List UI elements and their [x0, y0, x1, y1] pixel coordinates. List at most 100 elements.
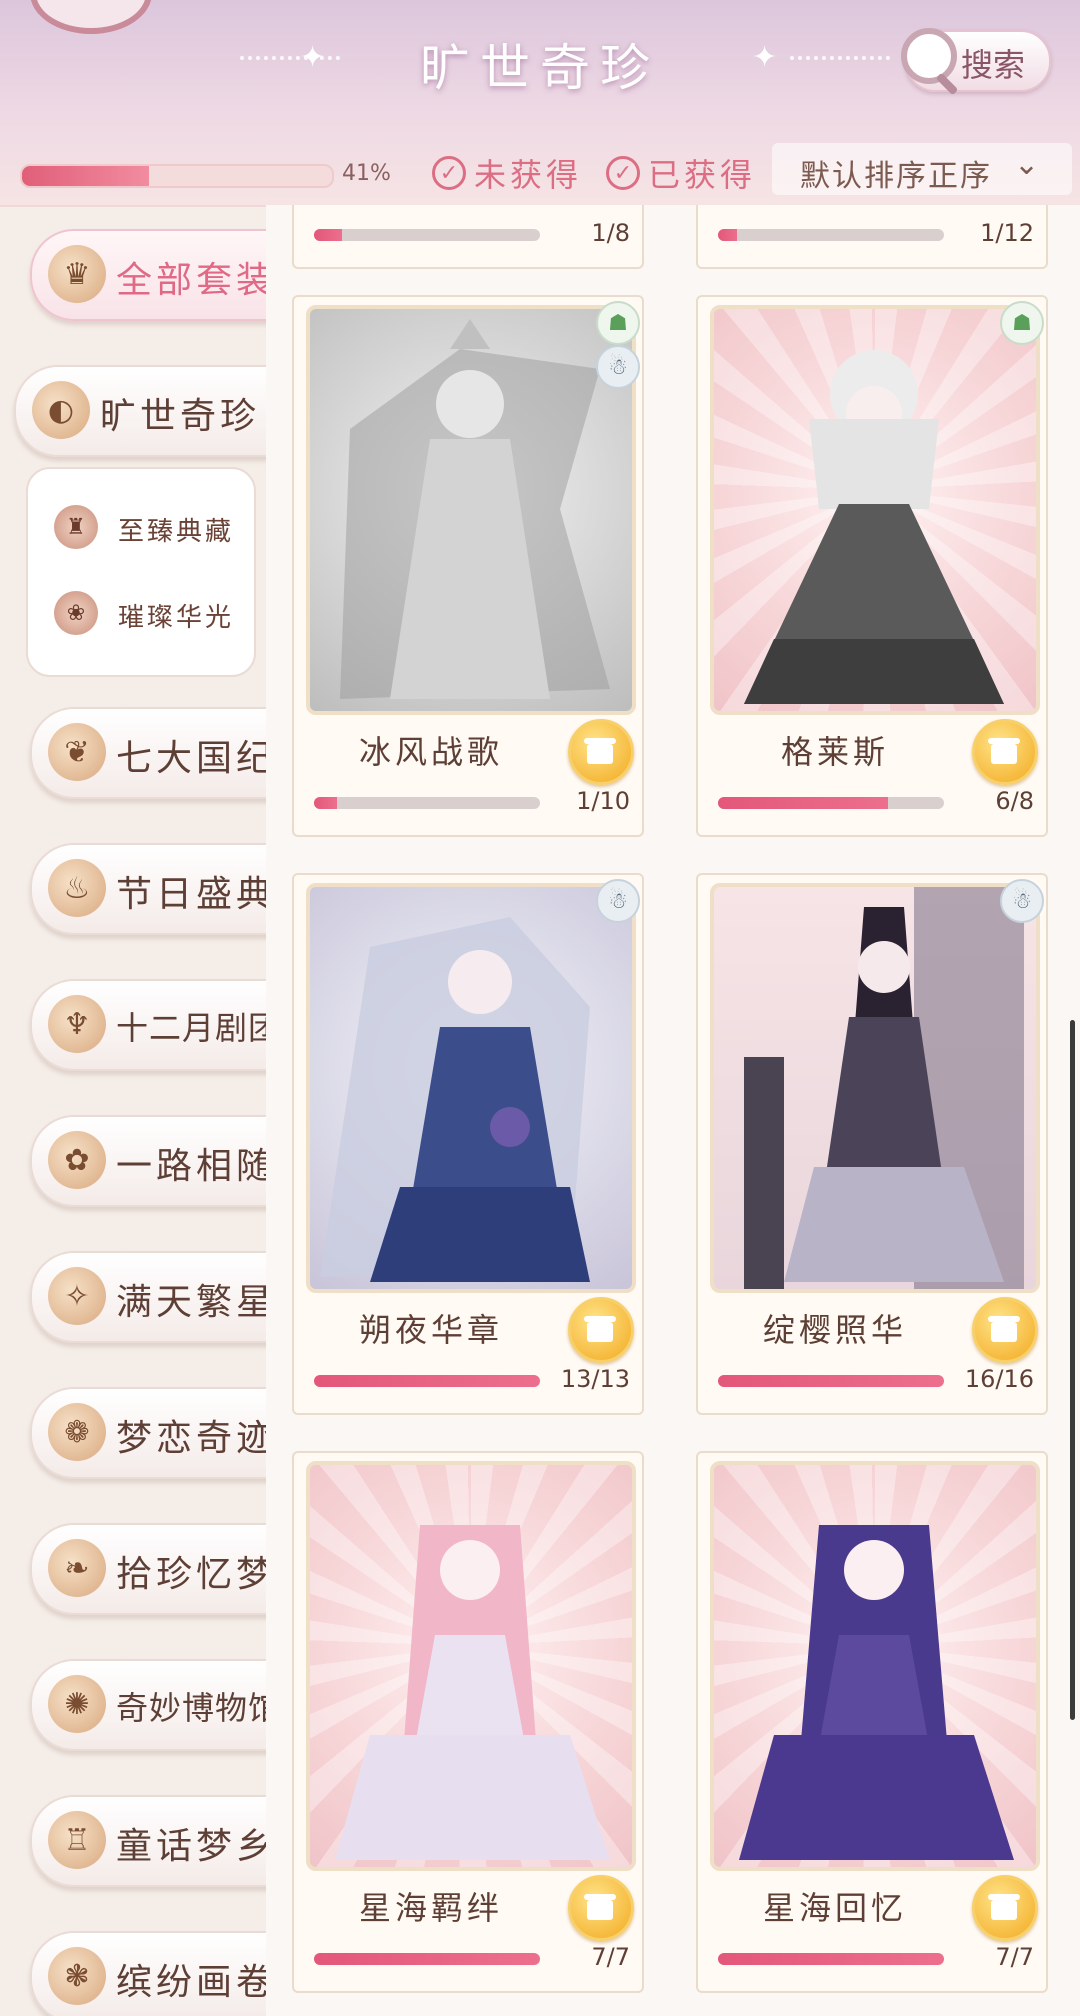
search-icon — [901, 28, 957, 84]
suit-type-icon: ☃ — [596, 879, 640, 923]
sidebar-item-starry-sky[interactable]: ✧ 满天繁星 — [30, 1251, 266, 1343]
suit-name: 冰风战歌 — [358, 733, 503, 771]
sidebar-item-rare-treasures[interactable]: ◐ 旷世奇珍 — [14, 365, 266, 457]
suit-count: 6/8 — [995, 787, 1034, 815]
gift-button[interactable] — [972, 1875, 1038, 1941]
suit-portrait — [340, 319, 610, 699]
suit-image — [710, 305, 1040, 715]
sidebar-item-twelve-months[interactable]: ♆ 十二月剧团 — [30, 979, 266, 1071]
lantern-icon: ♨ — [48, 859, 106, 917]
suit-tag-icon: ☗ — [596, 301, 640, 345]
suit-progress-bar — [718, 797, 944, 809]
suit-count: 1/12 — [980, 219, 1034, 247]
suit-image — [306, 883, 636, 1293]
sidebar-item-museum[interactable]: ✺ 奇妙博物馆 — [30, 1659, 266, 1751]
search-label: 搜索 — [961, 46, 1026, 84]
branch-icon: ❧ — [48, 1539, 106, 1597]
suit-progress-fill — [314, 229, 343, 241]
suit-count: 13/13 — [560, 1365, 630, 1393]
gift-button[interactable] — [972, 719, 1038, 785]
suit-progress-fill — [314, 797, 337, 809]
sidebar-item-together[interactable]: ✿ 一路相随 — [30, 1115, 266, 1207]
suit-portrait — [744, 350, 1004, 704]
suit-name: 星海回忆 — [762, 1889, 907, 1927]
suit-card[interactable]: ☃ 绽樱照华 16/16 — [696, 873, 1048, 1415]
suit-name-bar: 朔夜华章 — [306, 1293, 634, 1363]
sidebar-item-colorful-scroll[interactable]: ❃ 缤纷画卷 — [30, 1931, 266, 2016]
brooch-icon: ❀ — [54, 591, 98, 635]
sidebar-item-all-sets[interactable]: ♛ 全部套装 — [30, 229, 266, 321]
sidebar-item-dream-romance[interactable]: ❁ 梦恋奇迹 — [30, 1387, 266, 1479]
flower-icon: ✿ — [48, 1131, 106, 1189]
sidebar-subitem-radiance[interactable]: ❀ 璀璨华光 — [54, 585, 244, 645]
suit-portrait — [335, 1525, 610, 1860]
sort-dropdown[interactable]: 默认排序正序 ⌄ — [772, 143, 1072, 195]
suit-count: 1/10 — [576, 787, 630, 815]
sidebar-item-fairy-tale[interactable]: ♖ 童话梦乡 — [30, 1795, 266, 1887]
filter-unowned[interactable]: ✓ 未获得 — [432, 148, 582, 198]
sidebar-item-label: 节日盛典 — [116, 874, 266, 915]
sidebar-item-label: 童话梦乡 — [116, 1826, 266, 1867]
suit-name-bar: 星海回忆 — [710, 1871, 1038, 1941]
filter-owned[interactable]: ✓ 已获得 — [606, 148, 756, 198]
sidebar-subitem-label: 璀璨华光 — [118, 603, 235, 633]
suit-card[interactable]: 星海回忆 7/7 — [696, 1451, 1048, 1993]
chandelier-icon: ♆ — [48, 995, 106, 1053]
suit-progress-fill — [718, 797, 888, 809]
suit-count: 7/7 — [591, 1943, 630, 1971]
sidebar-subitem-label: 至臻典藏 — [118, 517, 235, 547]
decor-dots — [790, 56, 890, 62]
rose-icon: ❁ — [48, 1403, 106, 1461]
gift-button[interactable] — [972, 1297, 1038, 1363]
collection-progress-fill — [22, 166, 150, 186]
search-button[interactable]: 搜索 — [901, 28, 1051, 92]
suit-name-bar: 格莱斯 — [710, 715, 1038, 785]
sidebar-item-label: 旷世奇珍 — [100, 396, 261, 437]
sidebar-item-seven-nations[interactable]: ❦ 七大国纪 — [30, 707, 266, 799]
sidebar-item-festival[interactable]: ♨ 节日盛典 — [30, 843, 266, 935]
suit-progress-bar — [314, 1375, 540, 1387]
suit-progress-fill — [718, 229, 737, 241]
suit-card[interactable]: ☗ ☃ 冰风战歌 1/10 — [292, 295, 644, 837]
sparkle-icon: ✦ — [752, 40, 778, 75]
sidebar-item-label: 七大国纪 — [116, 738, 266, 779]
suit-progress-bar — [314, 229, 540, 241]
gift-button[interactable] — [568, 1875, 634, 1941]
constellation-icon: ✧ — [48, 1267, 106, 1325]
sidebar-item-label: 拾珍忆梦 — [116, 1554, 266, 1595]
sidebar-item-label: 奇妙博物馆 — [116, 1689, 266, 1727]
sort-label: 默认排序正序 — [800, 159, 992, 194]
suit-card[interactable]: ☗ 格莱斯 6/8 — [696, 295, 1048, 837]
suit-card[interactable]: ☃ 朔夜华章 13/13 — [292, 873, 644, 1415]
suit-card-partial[interactable]: 1/8 — [292, 205, 644, 269]
suit-card[interactable]: 星海羁绊 7/7 — [292, 1451, 644, 1993]
suit-count: 1/8 — [591, 219, 630, 247]
suit-progress-fill — [314, 1375, 540, 1387]
suit-progress-bar — [718, 1953, 944, 1965]
butterfly-icon: ❃ — [48, 1947, 106, 2005]
suit-image — [306, 1461, 636, 1871]
sidebar-item-treasure-memory[interactable]: ❧ 拾珍忆梦 — [30, 1523, 266, 1615]
suit-name: 星海羁绊 — [358, 1889, 503, 1927]
suit-progress-bar — [314, 1953, 540, 1965]
treasure-icon: ♜ — [54, 505, 98, 549]
shell-icon: ◐ — [32, 381, 90, 439]
sidebar-item-label: 十二月剧团 — [116, 1009, 266, 1047]
suit-tag-icon: ☗ — [1000, 301, 1044, 345]
suit-card-partial[interactable]: 1/12 — [696, 205, 1048, 269]
gift-button[interactable] — [568, 1297, 634, 1363]
scrollbar[interactable] — [1070, 1020, 1075, 1720]
sidebar-subitem-supreme[interactable]: ♜ 至臻典藏 — [54, 499, 244, 559]
suit-count: 16/16 — [964, 1365, 1034, 1393]
filter-owned-label: 已获得 — [648, 156, 757, 194]
gift-button[interactable] — [568, 719, 634, 785]
header-bar: ✦ 旷世奇珍 ✦ 搜索 41% ✓ 未获得 ✓ 已获得 默认排序正序 ⌄ — [0, 0, 1080, 207]
suit-name: 格莱斯 — [780, 733, 889, 771]
suit-portrait — [744, 887, 1024, 1289]
dress-icon: ♛ — [48, 245, 106, 303]
suit-portrait — [320, 917, 590, 1282]
check-circle-icon: ✓ — [606, 156, 640, 190]
suit-name-bar: 绽樱照华 — [710, 1293, 1038, 1363]
suit-image — [306, 305, 636, 715]
suit-progress-fill — [718, 1953, 944, 1965]
